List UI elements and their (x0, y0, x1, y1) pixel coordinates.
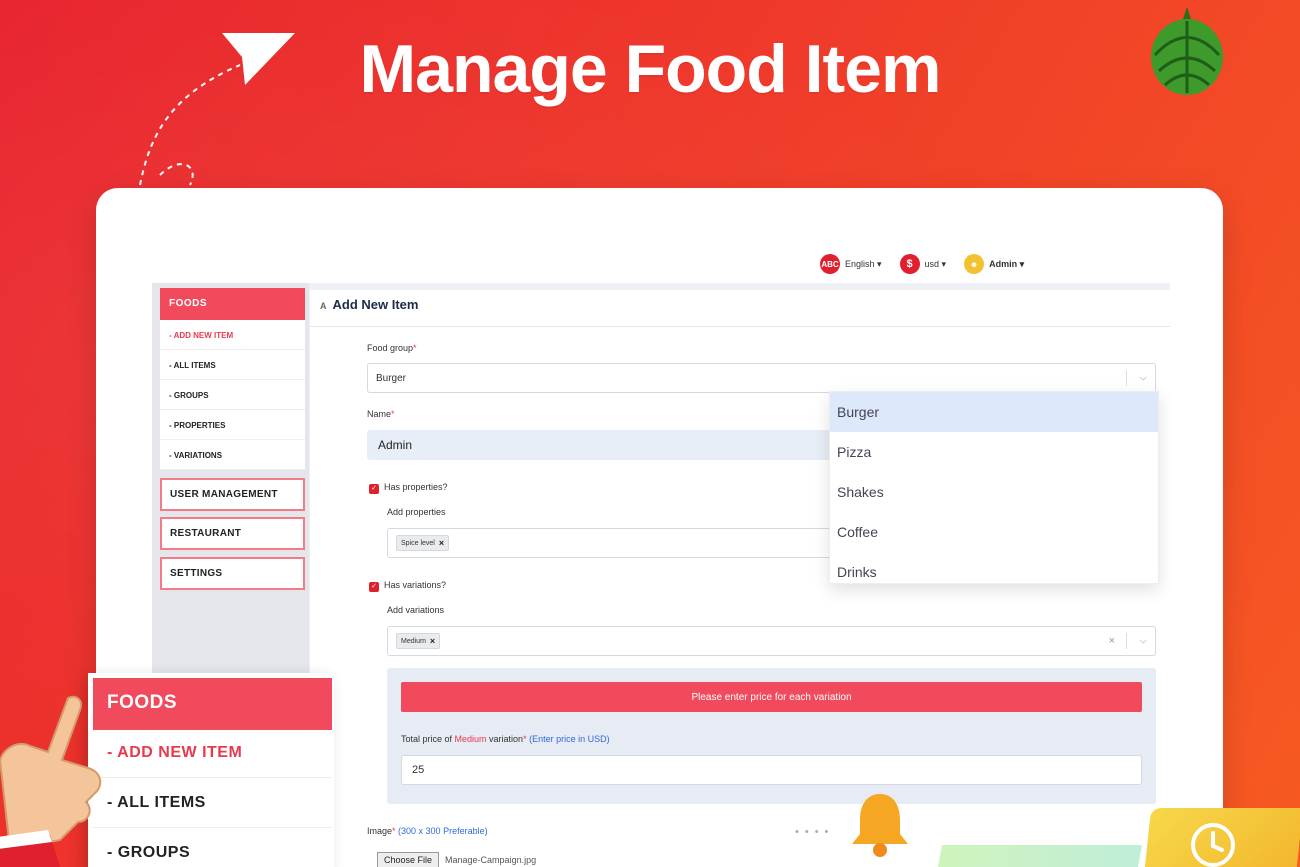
has-properties-checkbox[interactable]: ✓ (369, 484, 379, 494)
divider (310, 326, 1170, 327)
chevron-down-icon[interactable]: ⌵ (1139, 373, 1147, 384)
property-tag-label: Spice level (401, 539, 435, 547)
required-mark: * (413, 343, 417, 353)
food-group-select[interactable]: Burger ⌵ (367, 363, 1156, 393)
sidebar-section-foods[interactable]: FOODS (160, 288, 305, 320)
food-group-value: Burger (376, 372, 407, 384)
language-selector[interactable]: ABC English ▾ (820, 254, 882, 274)
chevron-down-icon[interactable]: ⌵ (1139, 636, 1147, 647)
variation-price-input[interactable]: 25 (401, 755, 1142, 785)
bell-icon (852, 794, 908, 857)
sidebar-item-groups[interactable]: - GROUPS (160, 380, 305, 410)
sidebar-item-variations[interactable]: - VARIATIONS (160, 440, 305, 470)
dropdown-option-pizza[interactable]: Pizza (830, 432, 1158, 472)
language-label: English ▾ (845, 258, 882, 269)
sidebar-item-user-management[interactable]: USER MANAGEMENT (160, 478, 305, 511)
dropdown-option-coffee[interactable]: Coffee (830, 512, 1158, 552)
select-separator (1126, 370, 1127, 386)
price-hint: (Enter price in USD) (526, 734, 610, 744)
user-label: Admin ▾ (989, 258, 1025, 269)
image-label-text: Image (367, 826, 393, 836)
page-title-prefix: A (320, 301, 327, 311)
page-title-text: Add New Item (332, 297, 419, 312)
pointing-hand-icon (0, 695, 102, 867)
currency-selector[interactable]: $ usd ▾ (899, 254, 947, 274)
food-group-label: Food group* (367, 343, 417, 353)
add-properties-label: Add properties (387, 507, 446, 517)
dropdown-option-shakes[interactable]: Shakes (830, 472, 1158, 512)
add-variations-input[interactable]: Medium × × ⌵ (387, 626, 1156, 656)
property-tag: Spice level × (396, 535, 450, 551)
language-icon: ABC (820, 254, 840, 274)
sidebar-item-properties[interactable]: - PROPERTIES (160, 410, 305, 440)
sidebar-item-all-items[interactable]: - ALL ITEMS (160, 350, 305, 380)
artichoke-icon (1151, 7, 1223, 95)
price-label-b: variation (486, 734, 524, 744)
choose-file-button[interactable]: Choose File (377, 852, 440, 867)
price-label-variation: Medium (454, 734, 487, 744)
variation-tag-label: Medium (401, 637, 426, 645)
has-properties-label: Has properties? (384, 482, 448, 492)
currency-label: usd ▾ (924, 258, 947, 269)
name-label: Name* (367, 409, 395, 419)
required-mark: * (391, 409, 395, 419)
food-group-dropdown: Burger Pizza Shakes Coffee Drinks (829, 391, 1159, 584)
name-label-text: Name (367, 409, 392, 419)
add-variations-label: Add variations (387, 605, 445, 615)
name-input[interactable]: Admin (367, 430, 832, 460)
avatar: ☻ (964, 254, 985, 274)
currency-icon: $ (899, 254, 920, 274)
clock-icon (1191, 823, 1235, 867)
decorative-strip (938, 845, 1142, 867)
top-bar: ABC English ▾ $ usd ▾ ☻ Admin ▾ (820, 252, 1024, 276)
food-group-label-text: Food group (367, 343, 414, 353)
has-variations-checkbox[interactable]: ✓ (369, 582, 379, 592)
variation-price-label: Total price of Medium variation* (Enter … (401, 734, 610, 744)
add-properties-input[interactable]: Spice level × (387, 528, 837, 558)
has-variations-label: Has variations? (384, 580, 447, 590)
image-upload: Choose File Manage-Campaign.jpg (377, 852, 536, 867)
price-label-a: Total price of (401, 734, 455, 744)
select-separator (1126, 633, 1127, 649)
decorative-dots: •••• (795, 826, 835, 838)
page-title: A Add New Item (320, 297, 418, 312)
sidebar-item-restaurant[interactable]: RESTAURANT (160, 517, 305, 550)
file-name: Manage-Campaign.jpg (445, 855, 537, 865)
variation-banner: Please enter price for each variation (401, 682, 1142, 712)
variation-tag: Medium × (396, 633, 441, 649)
dropdown-option-drinks[interactable]: Drinks (830, 552, 1158, 592)
clear-icon[interactable]: × (1109, 635, 1115, 647)
hero-title: Manage Food Item (359, 31, 942, 107)
remove-tag-icon[interactable]: × (430, 636, 435, 646)
image-label: Image* (300 x 300 Preferable) (367, 826, 488, 836)
sidebar-item-settings[interactable]: SETTINGS (160, 557, 305, 590)
image-hint: (300 x 300 Preferable) (395, 826, 488, 836)
dropdown-option-burger[interactable]: Burger (830, 392, 1158, 432)
user-menu[interactable]: ☻ Admin ▾ (964, 254, 1024, 274)
remove-tag-icon[interactable]: × (439, 538, 444, 548)
sidebar-item-add-new-item[interactable]: - ADD NEW ITEM (160, 320, 305, 350)
